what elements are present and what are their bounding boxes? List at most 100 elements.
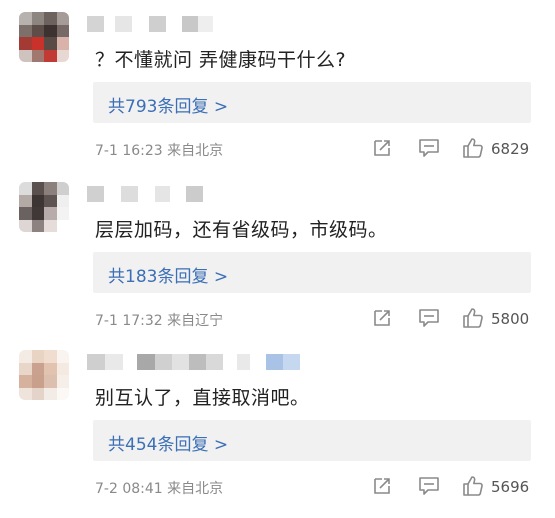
thumbs-up-icon [463, 476, 483, 496]
like-button[interactable]: 5696 [461, 473, 541, 499]
comment-text: ？不懂就问 弄健康码干什么? [95, 49, 347, 71]
avatar-pixel [31, 12, 44, 25]
avatar-pixel [56, 350, 69, 363]
avatar-pixel [31, 24, 44, 37]
avatar-pixel [31, 194, 44, 207]
share-icon [374, 478, 390, 494]
like-button[interactable]: 5800 [461, 305, 541, 331]
username-pixelated[interactable] [87, 354, 300, 370]
username-pixel-block [170, 186, 186, 202]
avatar[interactable] [19, 182, 69, 232]
username-pixel-block [223, 354, 237, 370]
avatar-pixel [56, 24, 69, 37]
like-count: 5800 [491, 310, 530, 328]
comment-meta: 7-1 17:32 来自辽宁 [95, 310, 223, 330]
avatar-pixel [56, 219, 69, 232]
avatar-pixel [56, 375, 69, 388]
comment-time: 7-2 08:41 [95, 481, 163, 497]
avatar-pixel [19, 219, 32, 232]
avatar-pixel [31, 207, 44, 220]
view-replies-button[interactable]: 共454条回复 > [93, 420, 531, 461]
avatar-pixel [19, 182, 32, 195]
view-replies-button[interactable]: 共183条回复 > [93, 252, 531, 293]
username-pixel-block [149, 16, 166, 32]
avatar-pixel [31, 350, 44, 363]
avatar-pixel [31, 362, 44, 375]
like-button[interactable]: 6829 [461, 135, 541, 161]
comment-location: 来自北京 [167, 481, 224, 497]
avatar-pixel [31, 49, 44, 62]
avatar-pixel [31, 375, 44, 388]
share-button[interactable] [371, 137, 393, 159]
avatar-pixel [19, 12, 32, 25]
username-pixel-block [138, 186, 155, 202]
avatar-pixel [56, 207, 69, 220]
avatar-pixel [19, 207, 32, 220]
username-pixel-block [155, 186, 170, 202]
thumbs-up-icon [463, 308, 483, 328]
replies-count-label: 共793条回复 > [108, 97, 229, 117]
username-pixel-block [186, 186, 203, 202]
username-pixel-block [121, 186, 138, 202]
thumbs-up-icon [463, 138, 483, 158]
reply-button[interactable] [417, 137, 441, 159]
username-pixel-block [137, 354, 155, 370]
avatar-pixel [44, 194, 57, 207]
comment-time: 7-1 16:23 [95, 143, 163, 159]
avatar-pixel [44, 207, 57, 220]
avatar-pixel [19, 375, 32, 388]
username-pixel-block [105, 354, 123, 370]
avatar-pixel [44, 350, 57, 363]
avatar-pixel [19, 350, 32, 363]
share-icon [374, 310, 390, 326]
reply-button[interactable] [417, 475, 441, 497]
share-icon [374, 140, 390, 156]
username-pixel-block [283, 354, 300, 370]
avatar-pixel [31, 219, 44, 232]
avatar-pixel [56, 362, 69, 375]
avatar-pixel [19, 24, 32, 37]
avatar-pixel [44, 37, 57, 50]
avatar-pixel [44, 49, 57, 62]
username-pixel-block [87, 16, 104, 32]
avatar-pixel [31, 182, 44, 195]
username-pixel-block [166, 16, 182, 32]
username-pixel-block [250, 354, 266, 370]
like-count: 6829 [491, 140, 530, 158]
avatar-pixel [56, 194, 69, 207]
comment-item: 层层加码，还有省级码，市级码。 共183条回复 > 7-1 17:32 来自辽宁 [0, 170, 555, 342]
share-button[interactable] [371, 475, 393, 497]
username-pixel-block [115, 16, 132, 32]
username-pixelated[interactable] [87, 16, 213, 32]
username-pixel-block [172, 354, 189, 370]
view-replies-button[interactable]: 共793条回复 > [93, 82, 531, 123]
username-pixel-block [87, 186, 104, 202]
avatar-pixel [56, 387, 69, 400]
comment-icon [419, 477, 439, 495]
avatar-pixel [44, 362, 57, 375]
comment-location: 来自北京 [167, 143, 224, 159]
username-pixel-block [237, 354, 250, 370]
share-button[interactable] [371, 307, 393, 329]
comment-icon [419, 139, 439, 157]
avatar-pixel [56, 49, 69, 62]
avatar[interactable] [19, 12, 69, 62]
comment-icon [419, 309, 439, 327]
username-pixel-block [123, 354, 137, 370]
avatar-pixel [31, 37, 44, 50]
avatar[interactable] [19, 350, 69, 400]
comment-text: 别互认了，直接取消吧。 [95, 387, 310, 409]
username-pixel-block [132, 16, 149, 32]
reply-button[interactable] [417, 307, 441, 329]
avatar-pixel [19, 37, 32, 50]
username-pixelated[interactable] [87, 186, 203, 202]
avatar-pixel [19, 49, 32, 62]
avatar-pixel [56, 37, 69, 50]
avatar-pixel [44, 182, 57, 195]
avatar-pixel [56, 12, 69, 25]
replies-count-label: 共183条回复 > [108, 267, 229, 287]
avatar-pixel [19, 194, 32, 207]
comment-meta: 7-1 16:23 来自北京 [95, 140, 223, 160]
avatar-pixel [56, 182, 69, 195]
comment-time: 7-1 17:32 [95, 313, 163, 329]
